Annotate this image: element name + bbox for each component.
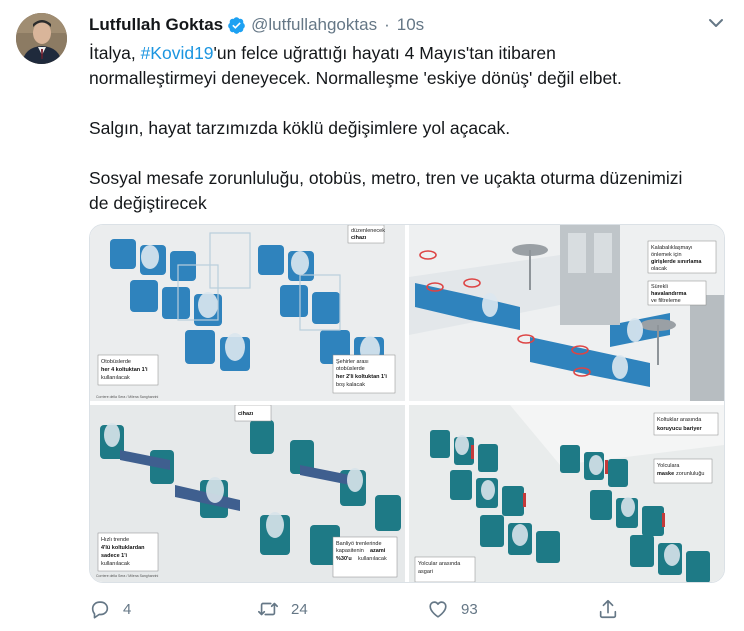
plane-label-2-line1: Yolculara bbox=[657, 463, 680, 469]
train-label-1-bold2: sadece 1'i bbox=[101, 553, 128, 559]
avatar[interactable] bbox=[16, 13, 67, 64]
train-seating-panel[interactable]: cihazı Hızlı trende 4'lü koltuklardan sa… bbox=[90, 404, 405, 582]
like-count: 93 bbox=[461, 600, 478, 618]
retweet-button[interactable]: 24 bbox=[257, 596, 308, 622]
reply-icon bbox=[91, 601, 109, 619]
bus-label-1-bold: her 4 koltuktan 1'i bbox=[101, 367, 148, 373]
like-button[interactable]: 93 bbox=[427, 596, 478, 622]
like-icon bbox=[429, 601, 447, 618]
tweet-timestamp[interactable]: 10s bbox=[397, 15, 424, 35]
train-label-1-line3: kullanılacak bbox=[101, 561, 130, 567]
train-label-2-line2: kapasitenin bbox=[336, 548, 364, 554]
bus-label-2-line1: Şehirler arası bbox=[336, 359, 369, 365]
bus-label-device-line2: cihazı bbox=[351, 235, 367, 241]
plane-label-3-line2: asgari bbox=[418, 569, 433, 575]
bus-label-2-bold: her 2'li koltuktan 1'i bbox=[336, 374, 387, 380]
reply-button[interactable]: 4 bbox=[89, 596, 131, 622]
train-label-1-line1: Hızlı trende bbox=[101, 537, 129, 543]
share-button[interactable] bbox=[597, 596, 619, 622]
plane-label-1-line1: Koltuklar arasında bbox=[657, 417, 702, 423]
bus-credit: Corriere della Sera / Milena Sanghanrini bbox=[96, 395, 158, 399]
bus-label-1-line3: kullanılacak bbox=[101, 375, 130, 381]
train-label-device: cihazı bbox=[238, 411, 254, 417]
retweet-icon bbox=[258, 602, 278, 616]
tweet-text-line: normalleştirmeyi deneyecek. Normalleşme … bbox=[89, 68, 622, 88]
tweet-header: Lutfullah Goktas @lutfullahgoktas · 10s bbox=[89, 14, 424, 36]
metro-label-1-line2: önlemek için bbox=[651, 252, 682, 258]
bus-seating-panel[interactable]: düzenlenecek cihazı Otobüslerde her 4 ko… bbox=[90, 225, 405, 401]
text-segment: 'un felce uğrattığı hayatı 4 Mayıs'tan i… bbox=[213, 43, 556, 63]
metro-label-2-line3: ve filtreleme bbox=[651, 298, 681, 304]
metro-label-2-bold: havalandırma bbox=[651, 291, 687, 297]
train-credit: Corriere della Sera / Milena Sanghanrini bbox=[96, 574, 158, 578]
tweet-actions: 4 24 93 bbox=[89, 596, 629, 622]
bus-label-1-line1: Otobüslerde bbox=[101, 359, 131, 365]
train-label-1-bold: 4'lü koltuklardan bbox=[101, 545, 145, 551]
bus-label-2-line2: otobüslerde bbox=[336, 366, 365, 372]
plane-label-2-bold: maske bbox=[657, 471, 674, 477]
train-label-2-line3: kullanılacak bbox=[358, 556, 387, 562]
plane-label-3-line1: Yolcular arasında bbox=[418, 561, 461, 567]
metro-label-1-bold: girişlerde sınırlama bbox=[651, 259, 702, 265]
bus-label-device-line1: düzenlenecek bbox=[351, 228, 385, 234]
metro-label-1-line1: Kalabalıklaşmayı bbox=[651, 245, 693, 251]
chevron-down-icon[interactable] bbox=[707, 16, 725, 30]
verified-badge-icon bbox=[228, 16, 245, 34]
media-divider-horizontal bbox=[90, 401, 724, 405]
hashtag-link[interactable]: #Kovid19 bbox=[141, 43, 214, 63]
metro-label-2-line1: Sürekli bbox=[651, 284, 668, 290]
separator-dot: · bbox=[384, 15, 390, 34]
plane-seating-panel[interactable]: Koltuklar arasında koruyucu bariyer Yolc… bbox=[409, 405, 724, 582]
tweet-text-line: de değiştirecek bbox=[89, 193, 207, 213]
tweet-text: İtalya, #Kovid19'un felce uğrattığı haya… bbox=[89, 41, 719, 216]
plane-label-1-bold: koruyucu bariyer bbox=[657, 426, 702, 432]
plane-label-2-line3: zorunluluğu bbox=[676, 471, 704, 477]
train-label-2-bold2: %30'u bbox=[336, 556, 352, 562]
author-handle[interactable]: @lutfullahgoktas bbox=[251, 15, 377, 35]
train-label-2-bold: azami bbox=[370, 548, 386, 554]
tweet-media[interactable]: düzenlenecek cihazı Otobüslerde her 4 ko… bbox=[89, 224, 725, 583]
text-segment: İtalya, bbox=[89, 43, 141, 63]
tweet-text-line: Sosyal mesafe zorunluluğu, otobüs, metro… bbox=[89, 168, 683, 188]
reply-count: 4 bbox=[123, 600, 132, 618]
tweet-text-line: İtalya, #Kovid19'un felce uğrattığı haya… bbox=[89, 41, 719, 66]
metro-seating-panel[interactable]: Kalabalıklaşmayı önlemek için girişlerde… bbox=[409, 225, 724, 401]
metro-label-1-line3: olacak bbox=[651, 266, 667, 272]
author-name[interactable]: Lutfullah Goktas bbox=[89, 15, 223, 35]
retweet-count: 24 bbox=[291, 600, 308, 618]
tweet-text-line: Salgın, hayat tarzımızda köklü değişimle… bbox=[89, 118, 511, 138]
train-label-2-line1: Banliyö trenlerinde bbox=[336, 541, 382, 547]
bus-label-2-line3: boş kalacak bbox=[336, 382, 365, 388]
share-icon bbox=[599, 599, 617, 619]
